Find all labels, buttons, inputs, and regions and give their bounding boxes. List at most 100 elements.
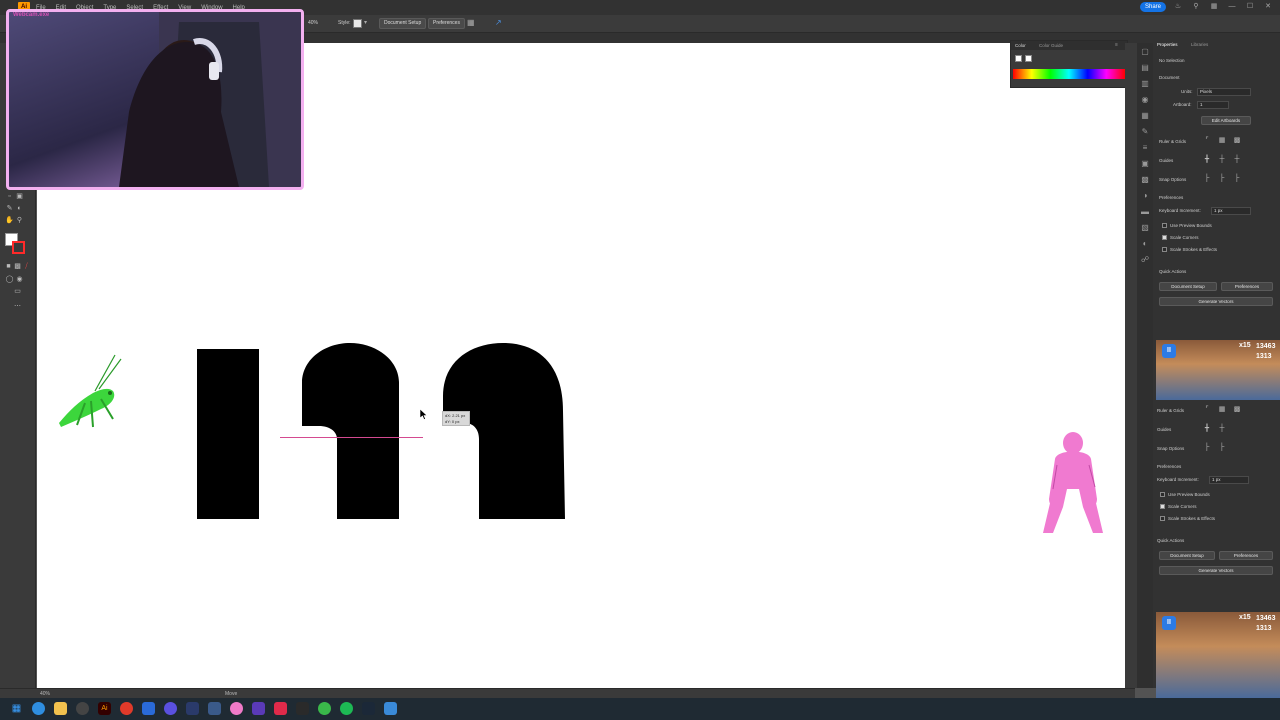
properties-icon[interactable]: ▢ [1140,47,1150,57]
ruler-icon[interactable]: ⌜ [1203,406,1211,414]
show-guides-icon[interactable]: ╋ [1203,425,1211,433]
steam-icon[interactable] [362,702,375,715]
preferences-button[interactable]: Preferences [428,18,465,29]
align-icon[interactable]: ≡ [1140,143,1150,153]
search-icon[interactable]: ⚲ [1190,2,1202,12]
document-setup-quick-button[interactable]: Document Setup [1159,282,1217,291]
show-guides-icon[interactable]: ╋ [1203,156,1211,164]
notification-icon[interactable]: ♨ [1172,2,1184,12]
artboard-select[interactable]: 1 [1197,101,1229,109]
minimize-button[interactable]: — [1226,2,1238,12]
color-mode-icon[interactable]: ■ [4,263,13,271]
zoom-tool-icon[interactable]: ⚲ [15,217,24,225]
preferences-quick-button[interactable]: Preferences [1221,282,1273,291]
discord-icon[interactable] [164,702,177,715]
snap-pixel-icon[interactable]: ├ [1233,175,1241,183]
generate-vectors-button-2[interactable]: Generate Vectors [1159,566,1273,575]
keyboard-increment-input-2[interactable]: 1 px [1209,476,1249,484]
draw-inside-icon[interactable]: ◉ [15,276,24,284]
workspace-icon[interactable]: ▦ [1208,2,1220,12]
lock-guides-icon[interactable]: ┼ [1218,156,1226,164]
stroke-icon[interactable]: ▬ [1140,207,1150,217]
app-icon[interactable] [318,702,331,715]
edit-artboards-button[interactable]: Edit Artboards [1201,116,1251,125]
pixel-grid-icon[interactable]: ▩ [1233,137,1241,145]
grid-icon[interactable]: ▦ [1218,137,1226,145]
appearance-icon[interactable]: ◑ [1140,191,1150,201]
grid-icon[interactable]: ▦ [1218,406,1226,414]
chart-tool-icon[interactable]: ▫ [5,193,14,201]
snap-point-icon[interactable]: ├ [1203,175,1211,183]
chrome-icon[interactable] [32,702,45,715]
app-icon[interactable] [296,702,309,715]
generate-vectors-button[interactable]: Generate Vectors [1159,297,1273,306]
share-doc-icon[interactable]: ↗ [495,18,502,27]
links-icon[interactable]: ☍ [1140,255,1150,265]
libraries-icon[interactable]: ▥ [1140,79,1150,89]
app-icon[interactable] [252,702,265,715]
smart-guides-icon[interactable]: ┼ [1233,156,1241,164]
preferences-quick-button-2[interactable]: Preferences [1219,551,1273,560]
pause-icon[interactable]: II [1162,616,1176,630]
pathfinder-icon[interactable]: ▩ [1140,175,1150,185]
transparency-icon[interactable]: ◐ [1140,239,1150,249]
style-swatch[interactable] [353,19,362,28]
gradient-icon[interactable]: ▧ [1140,223,1150,233]
app-icon[interactable] [384,702,397,715]
artboard-tool-icon[interactable]: ▣ [15,193,24,201]
tab-properties[interactable]: Properties [1157,42,1178,47]
snap-grid-icon[interactable]: ├ [1218,444,1226,452]
layers-icon[interactable]: ▤ [1140,63,1150,73]
app-icon[interactable] [142,702,155,715]
zoom-level[interactable]: 40% [40,691,50,697]
draw-mode-icon[interactable]: ◯ [5,276,14,284]
spotify-icon[interactable] [340,702,353,715]
tab-color-guide[interactable]: Color Guide [1039,43,1063,48]
scale-corners-checkbox-2[interactable] [1160,504,1165,509]
keyboard-increment-input[interactable]: 1 px [1211,207,1251,215]
arrange-icon[interactable]: ▦ [467,18,475,27]
close-button[interactable]: ✕ [1262,2,1274,12]
share-button[interactable]: Share [1139,2,1166,12]
panel-menu-icon[interactable]: ≡ [1115,42,1118,48]
screen-mode-icon[interactable]: ▭ [13,288,22,296]
more-tools-icon[interactable]: ⋯ [13,303,22,311]
snap-grid-icon[interactable]: ├ [1218,175,1226,183]
none-mode-icon[interactable]: ⧸ [22,263,31,271]
pause-icon[interactable]: II [1162,344,1176,358]
maximize-button[interactable]: ☐ [1244,2,1256,12]
pixel-grid-icon[interactable]: ▩ [1233,406,1241,414]
rectangle-shape[interactable] [197,349,259,519]
white-swatch[interactable] [1025,55,1032,62]
app-icon[interactable] [120,702,133,715]
app-icon[interactable] [208,702,221,715]
windows-start-icon[interactable]: ▦ [10,702,23,715]
scale-strokes-checkbox[interactable] [1162,247,1167,252]
transform-icon[interactable]: ▣ [1140,159,1150,169]
use-preview-bounds-checkbox-2[interactable] [1160,492,1165,497]
ruler-icon[interactable]: ⌜ [1203,137,1211,145]
tab-libraries[interactable]: Libraries [1191,42,1208,47]
brushes-icon[interactable]: ✎ [1140,127,1150,137]
file-explorer-icon[interactable] [54,702,67,715]
use-preview-bounds-checkbox[interactable] [1162,223,1167,228]
blend-tool-icon[interactable]: ◐ [15,205,24,213]
stroke-swatch[interactable] [12,241,25,254]
document-setup-button[interactable]: Document Setup [379,18,427,29]
gradient-mode-icon[interactable]: ▩ [13,263,22,271]
scale-strokes-checkbox-2[interactable] [1160,516,1165,521]
app-icon[interactable] [274,702,287,715]
rounded-arch-shape[interactable] [441,341,571,521]
app-icon[interactable] [230,702,243,715]
units-select[interactable]: Pixels [1197,88,1251,96]
snap-point-icon[interactable]: ├ [1203,444,1211,452]
arch-shape[interactable] [301,341,401,521]
color-spectrum-bar[interactable] [1013,69,1125,79]
obs-icon[interactable] [76,702,89,715]
color-icon[interactable]: ◉ [1140,95,1150,105]
hand-tool-icon[interactable]: ✋ [5,217,14,225]
none-swatch[interactable] [1015,55,1022,62]
app-icon[interactable] [186,702,199,715]
swatches-icon[interactable]: ▦ [1140,111,1150,121]
lock-guides-icon[interactable]: ┼ [1218,425,1226,433]
